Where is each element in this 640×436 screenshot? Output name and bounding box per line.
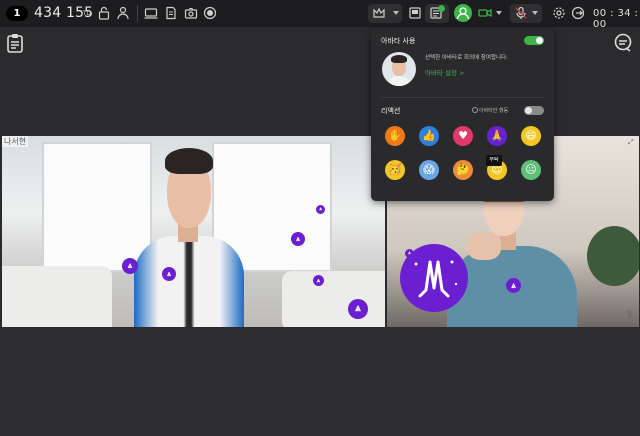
layout-icon[interactable] [408, 6, 422, 20]
top-bar: 1 434 155 ITD 00: 34: 00 [0, 0, 640, 30]
bottom-area [0, 329, 640, 436]
mic-off-icon: 🎙 [625, 310, 634, 318]
participant-name-label: 나서현 [2, 136, 29, 147]
meeting-timer: 00 : 34 : 00 [593, 8, 639, 30]
avatar-button[interactable] [454, 4, 472, 22]
chevron-down-icon [496, 11, 502, 15]
video-icon[interactable] [478, 6, 492, 20]
reaction-thinking-button[interactable]: 🤔 [453, 160, 473, 180]
meeting-id-suffix: ITD [81, 10, 92, 17]
chevron-down-icon [393, 11, 399, 15]
document-icon[interactable] [164, 6, 178, 20]
reaction-laugh-button[interactable]: 😄 [521, 126, 541, 146]
reaction-badge: ⩓ [313, 275, 324, 286]
reaction-tooltip: 부탁 [486, 155, 502, 166]
reaction-title: 리액션 [381, 107, 401, 115]
avatar-hands [467, 232, 501, 260]
chevron-down-icon [532, 11, 538, 15]
reaction-party-button[interactable]: 🥳 [385, 160, 405, 180]
reaction-heart-button[interactable]: ♥ [453, 126, 473, 146]
meeting-window: 1 434 155 ITD 00: 34: 00 ⩓ ⩓ ⩓ ⩓ ⩓ ⩓ 나… [0, 0, 640, 436]
participant-count-badge[interactable]: 1 [6, 6, 28, 21]
reaction-badge: ⩓ [162, 267, 176, 281]
sofa [2, 266, 112, 327]
avatar-hair [165, 148, 213, 174]
reaction-sad-button[interactable]: ☹ [521, 160, 541, 180]
record-icon[interactable] [203, 6, 217, 20]
reaction-badge: ⩓ [348, 299, 368, 319]
avatar-only-label: 아바타만 했동 [479, 108, 509, 114]
avatar-thumbnail[interactable] [382, 52, 416, 86]
avatar-use-title: 아바타 사용 [381, 37, 416, 45]
unlock-icon[interactable] [97, 6, 111, 20]
avatar-only-toggle[interactable] [524, 106, 544, 115]
reaction-clap-button[interactable]: 🙏 [487, 126, 507, 146]
reaction-raise-hand-button[interactable]: ✋ [385, 126, 405, 146]
divider [381, 97, 544, 98]
people-icon[interactable] [116, 6, 130, 20]
avatar-description: 선택한 아바타로 회의에 참여합니다. [425, 55, 508, 61]
window-background [42, 142, 152, 272]
screen-icon[interactable] [144, 6, 158, 20]
chat-icon[interactable] [614, 33, 632, 53]
plant-decoration [587, 226, 639, 286]
mic-icon [514, 6, 528, 20]
avatar-settings-link[interactable]: 아바타 설정 > [425, 67, 464, 77]
crown-icon [372, 6, 386, 20]
reaction-badge: ⩓ [291, 232, 305, 246]
video-tile-left[interactable]: ⩓ ⩓ ⩓ ⩓ ⩓ ⩓ [2, 136, 385, 327]
reaction-badge: ⩓ [122, 258, 138, 274]
avatar-settings-panel: 아바타 사용 선택한 아바타로 회의에 참여합니다. 아바타 설정 > 리액션 … [371, 28, 554, 201]
reaction-surprised-button[interactable]: 😱 [419, 160, 439, 180]
settings-icon[interactable] [552, 6, 566, 20]
sofa [282, 271, 385, 327]
info-icon[interactable] [472, 107, 478, 113]
expand-icon[interactable]: ⤢ [628, 138, 634, 147]
clipboard-icon[interactable] [6, 33, 24, 53]
profile-icon [456, 7, 470, 20]
avatar-use-toggle[interactable] [524, 36, 544, 45]
reaction-thumbs-up-button[interactable]: 👍 [419, 126, 439, 146]
divider [137, 5, 138, 22]
reaction-pray-large [400, 244, 468, 312]
reaction-badge: ⩓ [316, 205, 325, 214]
avatar-body [134, 236, 244, 327]
reaction-badge: ⩓ [506, 278, 521, 293]
camera-icon[interactable] [184, 6, 198, 20]
exit-icon[interactable] [571, 6, 585, 20]
notification-badge [438, 5, 445, 12]
